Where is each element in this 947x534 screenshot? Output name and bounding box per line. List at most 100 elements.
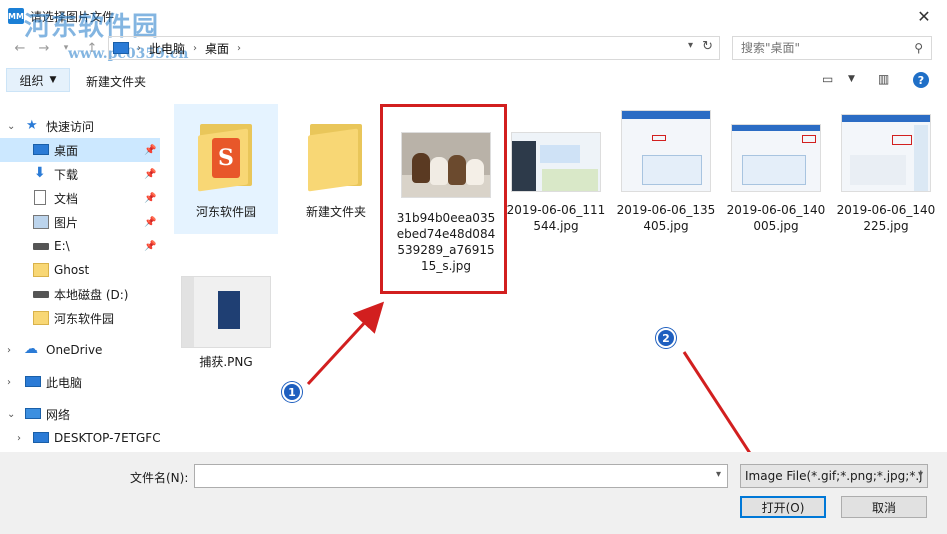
command-bar: 组织 ▼ 新建文件夹 ▭ ▼ ▥ ? xyxy=(0,66,947,96)
sidebar-item-label: 快速访问 xyxy=(46,119,95,134)
chevron-right-icon: › xyxy=(7,344,11,356)
forward-button[interactable]: → xyxy=(34,38,54,58)
app-icon: MM xyxy=(8,8,24,24)
arrow-left-icon: ← xyxy=(14,40,26,56)
image-thumbnail xyxy=(181,276,271,348)
chevron-right-icon: › xyxy=(137,42,141,54)
file-item-folder-hedong[interactable]: S 河东软件园 xyxy=(174,104,278,234)
image-thumbnail xyxy=(621,110,711,192)
chevron-right-icon: › xyxy=(237,42,242,54)
chevron-down-icon: ⌄ xyxy=(7,120,16,132)
up-button[interactable]: ↑ xyxy=(82,38,102,58)
file-item-screenshot-140005[interactable]: 2019-06-06_140005.jpg xyxy=(724,104,828,234)
sidebar-item-documents[interactable]: 文档 📌 xyxy=(0,186,160,210)
file-item-screenshot-135405[interactable]: 2019-06-06_135405.jpg xyxy=(614,104,718,234)
network-icon xyxy=(25,408,41,419)
star-icon: ★ xyxy=(26,118,38,133)
refresh-icon[interactable]: ↻ xyxy=(702,39,713,54)
cancel-button[interactable]: 取消 xyxy=(841,496,927,518)
sidebar-item-quick-access[interactable]: ⌄ ★ 快速访问 xyxy=(0,114,160,138)
open-button[interactable]: 打开(O) xyxy=(740,496,826,518)
file-item-folder-new[interactable]: 新建文件夹 xyxy=(284,104,388,234)
image-thumbnail xyxy=(731,124,821,192)
organize-button[interactable]: 组织 ▼ xyxy=(6,68,70,92)
sidebar-item-hedong[interactable]: 河东软件园 xyxy=(0,306,160,330)
navigation-bar: ← → ▾ ↑ › 此电脑 › 桌面 › ▾ ↻ ⚲ xyxy=(0,34,947,62)
folder-icon xyxy=(308,118,364,192)
chevron-down-icon: ▾ xyxy=(63,43,69,53)
back-button[interactable]: ← xyxy=(10,38,30,58)
filename-input[interactable]: ▾ xyxy=(194,464,728,488)
folder-icon: S xyxy=(198,118,254,192)
sidebar-item-label: 文档 xyxy=(54,191,79,206)
arrow-right-icon: → xyxy=(38,40,50,56)
address-bar[interactable]: › 此电脑 › 桌面 › ▾ ↻ xyxy=(108,36,720,60)
pin-icon[interactable]: 📌 xyxy=(144,145,156,156)
file-item-capture-png[interactable]: 捕获.PNG xyxy=(174,264,278,394)
sidebar-item-onedrive[interactable]: › ☁ OneDrive xyxy=(0,338,160,362)
recent-dropdown[interactable]: ▾ xyxy=(56,38,76,58)
organize-label: 组织 xyxy=(19,73,44,88)
address-dropdown-icon[interactable]: ▾ xyxy=(688,40,693,51)
pin-icon[interactable]: 📌 xyxy=(144,217,156,228)
search-box[interactable]: ⚲ xyxy=(732,36,932,60)
search-input[interactable] xyxy=(741,41,901,55)
help-icon[interactable]: ? xyxy=(913,72,929,88)
pin-icon[interactable]: 📌 xyxy=(144,241,156,252)
sidebar-item-desktop[interactable]: 桌面 📌 xyxy=(0,138,160,162)
view-dropdown-icon[interactable]: ▼ xyxy=(848,74,855,84)
close-button[interactable]: ✕ xyxy=(901,0,947,32)
sidebar-item-this-pc[interactable]: › 此电脑 xyxy=(0,370,160,394)
sidebar-item-pictures[interactable]: 图片 📌 xyxy=(0,210,160,234)
view-options-icon[interactable]: ▭ xyxy=(822,72,833,86)
sidebar-item-label: 网络 xyxy=(46,407,71,422)
pc-icon xyxy=(25,376,41,387)
file-name: 2019-06-06_111544.jpg xyxy=(506,203,606,233)
preview-pane-icon[interactable]: ▥ xyxy=(878,72,889,86)
dialog-footer: 文件名(N): ▾ Image File(*.gif;*.png;*.jpg;*… xyxy=(0,452,947,534)
sidebar-item-network[interactable]: ⌄ 网络 xyxy=(0,402,160,426)
search-icon: ⚲ xyxy=(914,41,923,55)
file-name: 2019-06-06_135405.jpg xyxy=(616,203,716,233)
chevron-down-icon[interactable]: ▾ xyxy=(716,469,721,480)
folder-icon xyxy=(33,311,49,325)
sidebar-item-local-disk-d[interactable]: 本地磁盘 (D:) xyxy=(0,282,160,306)
sidebar-item-label: Ghost xyxy=(54,263,90,277)
chevron-down-icon: ▾ xyxy=(917,469,923,480)
pin-icon[interactable]: 📌 xyxy=(144,193,156,204)
file-item-screenshot-111544[interactable]: 2019-06-06_111544.jpg xyxy=(504,104,608,234)
chevron-down-icon: ▼ xyxy=(49,75,57,85)
breadcrumb-this-pc[interactable]: 此电脑 xyxy=(149,40,185,57)
file-type-select[interactable]: Image File(*.gif;*.png;*.jpg;*.j ▾ xyxy=(740,464,928,488)
computer-icon xyxy=(33,432,49,443)
image-thumbnail xyxy=(511,132,601,192)
pin-icon[interactable]: 📌 xyxy=(144,169,156,180)
breadcrumb-desktop[interactable]: 桌面 xyxy=(205,40,229,57)
sidebar-item-label: 图片 xyxy=(54,215,79,230)
sidebar-item-label: 桌面 xyxy=(54,143,79,158)
chevron-right-icon: › xyxy=(17,432,21,444)
file-name: 新建文件夹 xyxy=(305,205,366,219)
sidebar-item-desktop-pc[interactable]: › DESKTOP-7ETGFC xyxy=(0,426,161,450)
file-type-value: Image File(*.gif;*.png;*.jpg;*.j xyxy=(745,469,923,483)
document-icon xyxy=(34,190,46,205)
file-item-screenshot-140225[interactable]: 2019-06-06_140225.jpg xyxy=(834,104,938,234)
drive-icon xyxy=(33,291,49,298)
sidebar-item-downloads[interactable]: ⬇ 下载 📌 xyxy=(0,162,160,186)
file-name: 2019-06-06_140225.jpg xyxy=(836,203,936,233)
file-name: 2019-06-06_140005.jpg xyxy=(726,203,826,233)
sidebar-item-ghost[interactable]: Ghost xyxy=(0,258,160,282)
step-badge-2: 2 xyxy=(656,328,676,348)
step-badge-1: 1 xyxy=(282,382,302,402)
picture-icon xyxy=(33,215,49,229)
pc-icon xyxy=(113,42,129,54)
navigation-pane: ⌄ ★ 快速访问 桌面 📌 ⬇ 下载 📌 文档 📌 图片 📌 E:\ 📌 Gho… xyxy=(0,110,161,450)
sidebar-item-label: DESKTOP-7ETGFC xyxy=(54,431,161,445)
file-name: 捕获.PNG xyxy=(199,355,253,369)
sidebar-item-drive-e[interactable]: E:\ 📌 xyxy=(0,234,160,258)
chevron-down-icon: ⌄ xyxy=(7,408,16,420)
chevron-right-icon: › xyxy=(7,376,11,388)
arrow-up-icon: ↑ xyxy=(86,40,98,56)
new-folder-button[interactable]: 新建文件夹 xyxy=(86,73,146,90)
cloud-icon: ☁ xyxy=(24,341,38,357)
